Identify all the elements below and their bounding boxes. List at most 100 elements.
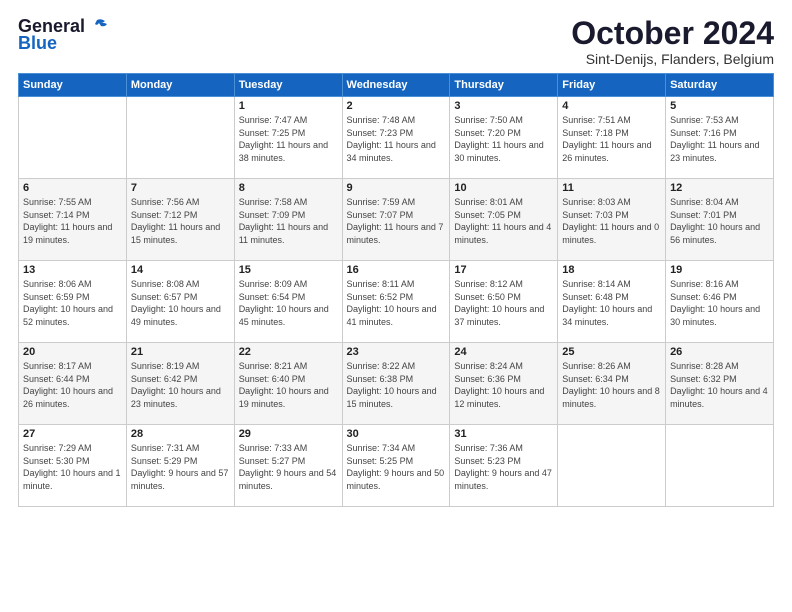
logo: General Blue [18,16,109,54]
calendar-day-cell: 17 Sunrise: 8:12 AMSunset: 6:50 PMDayligh… [450,261,558,343]
day-info: Sunrise: 7:31 AMSunset: 5:29 PMDaylight:… [131,442,230,492]
day-info: Sunrise: 8:22 AMSunset: 6:38 PMDaylight:… [347,360,446,410]
calendar-day-cell: 11 Sunrise: 8:03 AMSunset: 7:03 PMDayligh… [558,179,666,261]
day-info: Sunrise: 8:01 AMSunset: 7:05 PMDaylight:… [454,196,553,246]
day-info: Sunrise: 7:56 AMSunset: 7:12 PMDaylight:… [131,196,230,246]
calendar-container: General Blue October 2024 Sint-Denijs, F… [0,0,792,612]
calendar-day-cell: 14 Sunrise: 8:08 AMSunset: 6:57 PMDayligh… [126,261,234,343]
day-number: 6 [23,182,122,194]
day-info: Sunrise: 8:26 AMSunset: 6:34 PMDaylight:… [562,360,661,410]
day-info: Sunrise: 7:55 AMSunset: 7:14 PMDaylight:… [23,196,122,246]
calendar-week-row: 13 Sunrise: 8:06 AMSunset: 6:59 PMDayligh… [19,261,774,343]
day-info: Sunrise: 7:48 AMSunset: 7:23 PMDaylight:… [347,114,446,164]
day-info: Sunrise: 7:36 AMSunset: 5:23 PMDaylight:… [454,442,553,492]
calendar-day-cell: 13 Sunrise: 8:06 AMSunset: 6:59 PMDayligh… [19,261,127,343]
day-info: Sunrise: 8:03 AMSunset: 7:03 PMDaylight:… [562,196,661,246]
calendar-day-cell: 1 Sunrise: 7:47 AMSunset: 7:25 PMDaylight… [234,97,342,179]
calendar-day-cell: 15 Sunrise: 8:09 AMSunset: 6:54 PMDayligh… [234,261,342,343]
day-of-week-header: Thursday [450,74,558,97]
calendar-day-cell: 10 Sunrise: 8:01 AMSunset: 7:05 PMDayligh… [450,179,558,261]
day-number: 16 [347,264,446,276]
day-number: 28 [131,428,230,440]
day-number: 19 [670,264,769,276]
day-of-week-header: Sunday [19,74,127,97]
day-info: Sunrise: 7:47 AMSunset: 7:25 PMDaylight:… [239,114,338,164]
day-info: Sunrise: 7:29 AMSunset: 5:30 PMDaylight:… [23,442,122,492]
day-number: 1 [239,100,338,112]
day-of-week-header: Monday [126,74,234,97]
calendar-day-cell: 28 Sunrise: 7:31 AMSunset: 5:29 PMDayligh… [126,425,234,507]
calendar-day-cell: 2Sunrise: 7:48 AMSunset: 7:23 PMDaylight… [342,97,450,179]
day-info: Sunrise: 8:11 AMSunset: 6:52 PMDaylight:… [347,278,446,328]
calendar-day-cell: 12 Sunrise: 8:04 AMSunset: 7:01 PMDayligh… [666,179,774,261]
day-info: Sunrise: 8:17 AMSunset: 6:44 PMDaylight:… [23,360,122,410]
calendar-day-cell: 5Sunrise: 7:53 AMSunset: 7:16 PMDaylight… [666,97,774,179]
day-number: 14 [131,264,230,276]
subtitle: Sint-Denijs, Flanders, Belgium [571,51,774,67]
day-number: 29 [239,428,338,440]
day-number: 17 [454,264,553,276]
day-info: Sunrise: 7:34 AMSunset: 5:25 PMDaylight:… [347,442,446,492]
calendar-day-cell: 21 Sunrise: 8:19 AMSunset: 6:42 PMDayligh… [126,343,234,425]
day-number: 21 [131,346,230,358]
day-number: 9 [347,182,446,194]
calendar-day-cell: 9 Sunrise: 7:59 AMSunset: 7:07 PMDaylight… [342,179,450,261]
calendar-week-row: 1 Sunrise: 7:47 AMSunset: 7:25 PMDaylight… [19,97,774,179]
calendar-week-row: 6 Sunrise: 7:55 AMSunset: 7:14 PMDaylight… [19,179,774,261]
day-of-week-header: Saturday [666,74,774,97]
header: General Blue October 2024 Sint-Denijs, F… [18,16,774,67]
day-number: 3 [454,100,553,112]
calendar-week-row: 20 Sunrise: 8:17 AMSunset: 6:44 PMDayligh… [19,343,774,425]
day-info: Sunrise: 7:50 AMSunset: 7:20 PMDaylight:… [454,114,553,164]
calendar-day-cell: 7 Sunrise: 7:56 AMSunset: 7:12 PMDaylight… [126,179,234,261]
day-info: Sunrise: 8:14 AMSunset: 6:48 PMDaylight:… [562,278,661,328]
calendar-day-cell [19,97,127,179]
calendar-day-cell [558,425,666,507]
calendar-day-cell: 26Sunrise: 8:28 AMSunset: 6:32 PMDayligh… [666,343,774,425]
day-number: 27 [23,428,122,440]
calendar-day-cell: 19 Sunrise: 8:16 AMSunset: 6:46 PMDayligh… [666,261,774,343]
calendar-day-cell: 27 Sunrise: 7:29 AMSunset: 5:30 PMDayligh… [19,425,127,507]
day-info: Sunrise: 8:09 AMSunset: 6:54 PMDaylight:… [239,278,338,328]
day-number: 15 [239,264,338,276]
calendar-day-cell: 8Sunrise: 7:58 AMSunset: 7:09 PMDaylight… [234,179,342,261]
day-number: 10 [454,182,553,194]
day-info: Sunrise: 8:06 AMSunset: 6:59 PMDaylight:… [23,278,122,328]
calendar-day-cell: 4Sunrise: 7:51 AMSunset: 7:18 PMDaylight… [558,97,666,179]
calendar-day-cell [666,425,774,507]
day-info: Sunrise: 8:12 AMSunset: 6:50 PMDaylight:… [454,278,553,328]
day-number: 8 [239,182,338,194]
calendar-day-cell [126,97,234,179]
day-number: 4 [562,100,661,112]
day-number: 24 [454,346,553,358]
day-info: Sunrise: 8:19 AMSunset: 6:42 PMDaylight:… [131,360,230,410]
calendar-day-cell: 22Sunrise: 8:21 AMSunset: 6:40 PMDayligh… [234,343,342,425]
day-number: 12 [670,182,769,194]
day-info: Sunrise: 8:08 AMSunset: 6:57 PMDaylight:… [131,278,230,328]
day-number: 23 [347,346,446,358]
main-title: October 2024 [571,16,774,51]
logo-blue: Blue [18,33,57,54]
calendar-week-row: 27 Sunrise: 7:29 AMSunset: 5:30 PMDayligh… [19,425,774,507]
day-number: 20 [23,346,122,358]
day-info: Sunrise: 8:16 AMSunset: 6:46 PMDaylight:… [670,278,769,328]
day-number: 26 [670,346,769,358]
calendar-day-cell: 30 Sunrise: 7:34 AMSunset: 5:25 PMDayligh… [342,425,450,507]
day-number: 22 [239,346,338,358]
day-of-week-header: Wednesday [342,74,450,97]
logo-bird-icon [87,18,109,34]
calendar-day-cell: 31 Sunrise: 7:36 AMSunset: 5:23 PMDayligh… [450,425,558,507]
calendar-day-cell: 6 Sunrise: 7:55 AMSunset: 7:14 PMDaylight… [19,179,127,261]
day-number: 18 [562,264,661,276]
day-info: Sunrise: 8:04 AMSunset: 7:01 PMDaylight:… [670,196,769,246]
day-of-week-header: Friday [558,74,666,97]
day-number: 13 [23,264,122,276]
day-number: 7 [131,182,230,194]
day-number: 11 [562,182,661,194]
day-info: Sunrise: 7:59 AMSunset: 7:07 PMDaylight:… [347,196,446,246]
calendar-day-cell: 18 Sunrise: 8:14 AMSunset: 6:48 PMDayligh… [558,261,666,343]
day-number: 5 [670,100,769,112]
calendar-day-cell: 24Sunrise: 8:24 AMSunset: 6:36 PMDayligh… [450,343,558,425]
day-number: 31 [454,428,553,440]
day-number: 30 [347,428,446,440]
